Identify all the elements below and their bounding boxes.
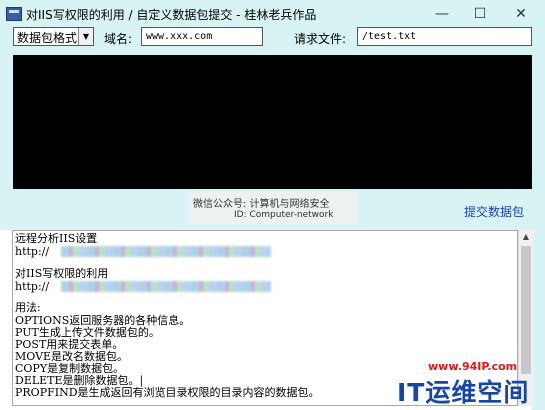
maximize-button[interactable]: ☐ <box>461 0 499 28</box>
window-title: 对IIS写权限的利用 / 自定义数据包提交 - 桂林老兵作品 <box>26 8 317 22</box>
packet-editor[interactable] <box>13 55 532 189</box>
app-icon <box>6 7 22 21</box>
output-line: 用法: <box>15 301 41 314</box>
output-line: 对IIS写权限的利用 <box>15 267 109 280</box>
watermark: 微信公众号: 计算机与网络安全 ID: Computer-network <box>188 191 357 224</box>
close-button[interactable]: ✕ <box>502 0 540 28</box>
blurred-url <box>61 246 271 257</box>
domain-label: 域名: <box>104 32 133 46</box>
title-bar: 对IIS写权限的利用 / 自定义数据包提交 - 桂林老兵作品 — ☐ ✕ <box>0 0 545 28</box>
blurred-url <box>61 281 271 292</box>
watermark-line1: 微信公众号: 计算机与网络安全 <box>193 199 330 210</box>
output-line: PROPFIND是生成返回有浏览目录权限的目录内容的数据包。 <box>15 386 320 399</box>
request-file-label: 请求文件: <box>294 32 347 46</box>
corner-site-label: www.94IP.com <box>428 360 518 373</box>
scroll-up-icon[interactable]: ▲ <box>519 230 533 244</box>
submit-packet-button[interactable]: 提交数据包 <box>464 203 524 220</box>
chevron-down-icon[interactable]: ▼ <box>78 28 93 45</box>
output-line: http:// <box>15 245 50 258</box>
domain-input[interactable]: www.xxx.com <box>141 27 263 46</box>
corner-brand-logo: IT运维空间 <box>397 378 530 407</box>
scroll-thumb[interactable] <box>521 246 531 374</box>
output-line: 远程分析IIS设置 <box>15 232 98 245</box>
packet-format-value: 数据包格式 <box>17 31 78 45</box>
minimize-button[interactable]: — <box>423 0 461 28</box>
packet-format-select[interactable]: 数据包格式 ▼ <box>13 27 94 46</box>
window-frame-right <box>532 52 545 410</box>
watermark-line2: ID: Computer-network <box>234 210 334 220</box>
request-file-input[interactable]: /test.txt <box>357 27 532 46</box>
output-line: http:// <box>15 280 50 293</box>
